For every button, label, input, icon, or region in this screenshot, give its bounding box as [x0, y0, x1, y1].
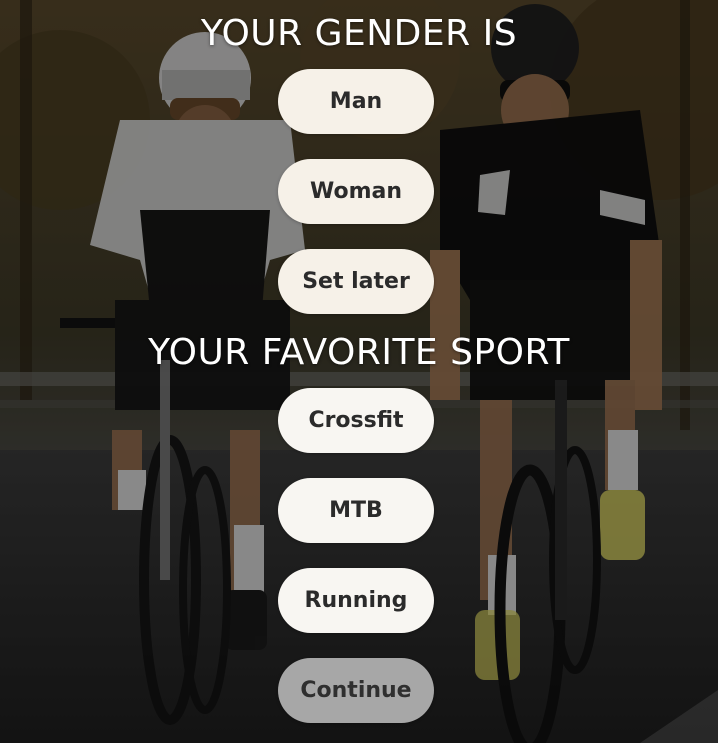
continue-button[interactable]: Continue: [278, 658, 434, 723]
sport-option-running[interactable]: Running: [278, 568, 434, 633]
sport-heading: YOUR FAVORITE SPORT: [148, 332, 570, 373]
sport-option-mtb[interactable]: MTB: [278, 478, 434, 543]
gender-option-woman[interactable]: Woman: [278, 159, 434, 224]
gender-heading: YOUR GENDER IS: [200, 13, 518, 54]
gender-option-set-later[interactable]: Set later: [278, 249, 434, 314]
sport-option-crossfit[interactable]: Crossfit: [278, 388, 434, 453]
gender-option-man[interactable]: Man: [278, 69, 434, 134]
